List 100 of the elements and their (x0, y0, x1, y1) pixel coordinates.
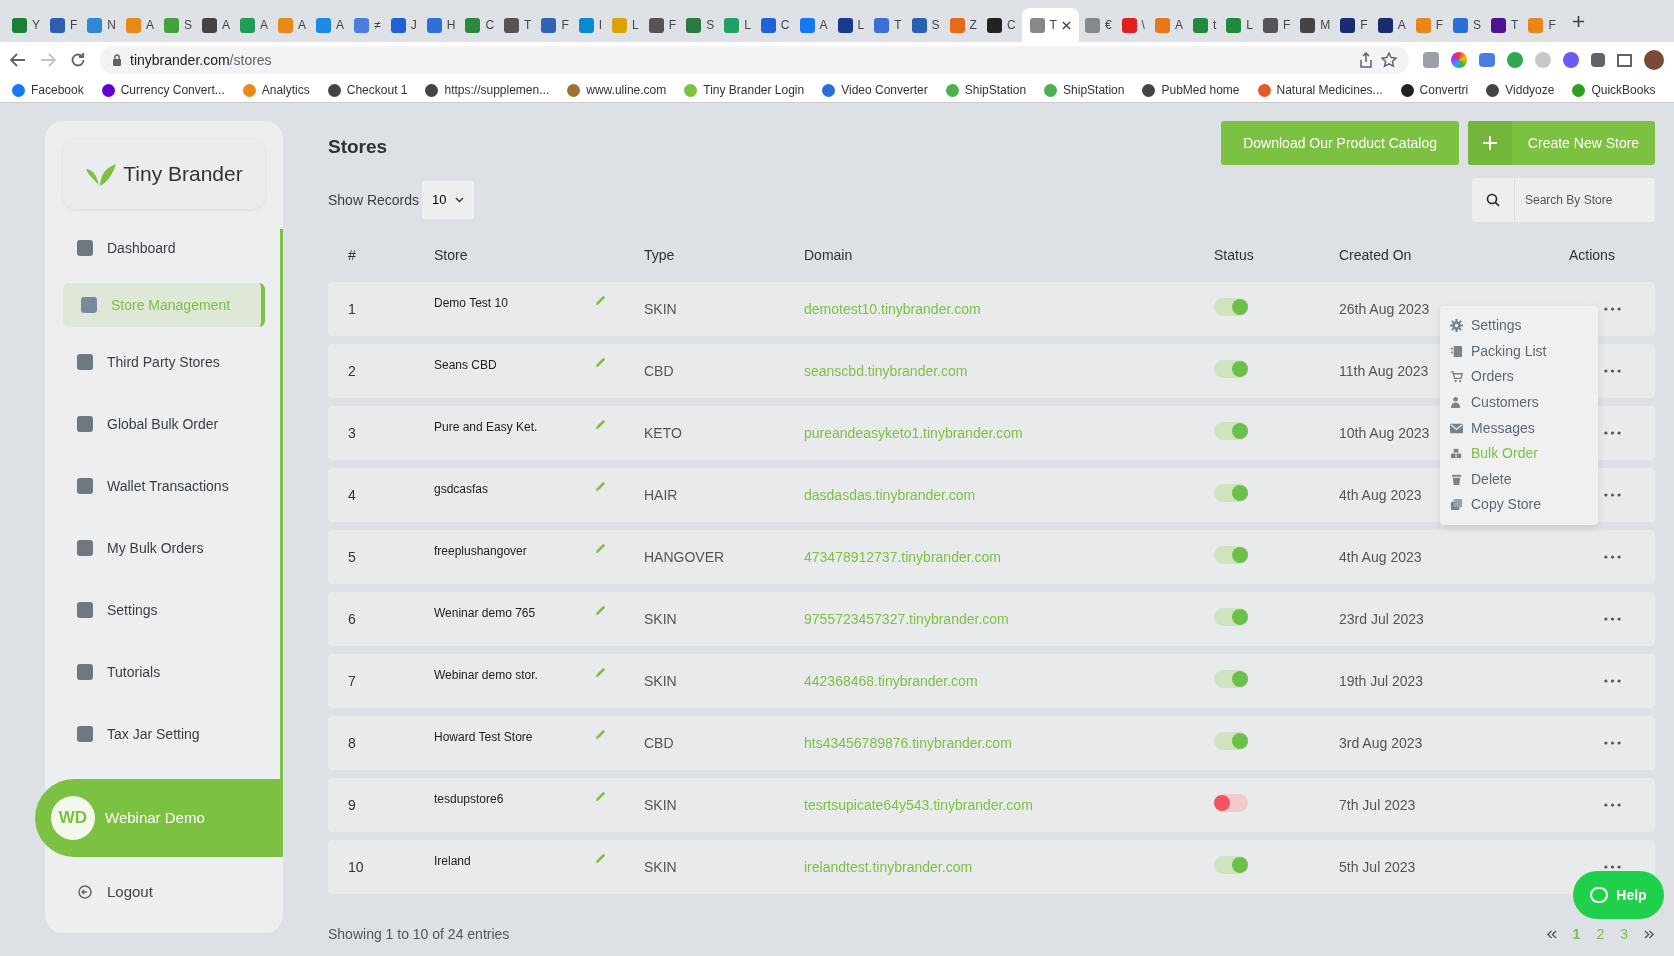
browser-tab[interactable]: Z (945, 8, 981, 42)
pencil-icon[interactable] (594, 666, 607, 679)
records-select[interactable]: 10 (422, 181, 475, 219)
browser-tab[interactable]: A (236, 8, 273, 42)
browser-tab[interactable]: C (461, 8, 499, 42)
browser-tab[interactable]: Y (8, 8, 44, 42)
pencil-icon[interactable] (594, 852, 607, 865)
star-icon[interactable] (1381, 52, 1397, 68)
more-icon[interactable] (1603, 369, 1621, 373)
browser-tab[interactable]: S (160, 8, 197, 42)
browser-tab[interactable]: F (1259, 8, 1295, 42)
close-icon[interactable] (1061, 20, 1071, 30)
status-toggle[interactable] (1214, 793, 1248, 812)
menu-item[interactable]: Messages (1450, 417, 1588, 439)
browser-tab[interactable]: S (907, 8, 944, 42)
share-icon[interactable] (1359, 52, 1373, 68)
bookmark[interactable]: QuickBooks (1572, 81, 1656, 99)
sidebar-item[interactable]: Wallet Transactions (45, 459, 265, 513)
browser-tab[interactable]: T (1487, 8, 1523, 42)
extension-icon[interactable] (1479, 53, 1495, 67)
menu-item[interactable]: Delete (1450, 468, 1588, 491)
status-toggle[interactable] (1214, 607, 1248, 626)
reload-icon[interactable] (70, 52, 86, 68)
menu-item[interactable]: Settings (1450, 315, 1588, 337)
more-icon[interactable] (1603, 493, 1621, 497)
pencil-icon[interactable] (594, 604, 607, 617)
status-toggle[interactable] (1214, 297, 1248, 316)
search-field[interactable]: Search By Store (1525, 191, 1645, 209)
status-toggle[interactable] (1214, 483, 1248, 502)
more-icon[interactable] (1603, 741, 1621, 745)
browser-tab[interactable]: F (46, 8, 82, 42)
browser-tab[interactable]: S (682, 8, 719, 42)
bookmark[interactable]: https://supplemen... (425, 81, 550, 99)
pencil-icon[interactable] (594, 542, 607, 555)
extension-icon[interactable] (1451, 52, 1467, 68)
bookmark[interactable]: Convertri (1400, 81, 1469, 99)
status-toggle[interactable] (1214, 855, 1248, 874)
browser-tab[interactable]: F (1524, 8, 1560, 42)
bookmark[interactable]: Facebook (12, 81, 84, 99)
bookmark[interactable]: PubMed home (1142, 81, 1240, 99)
more-icon[interactable] (1603, 431, 1621, 435)
last-page-icon[interactable] (1644, 930, 1655, 939)
pencil-icon[interactable] (594, 790, 607, 803)
bookmark[interactable]: Analytics (242, 81, 310, 99)
browser-tab[interactable]: A (795, 8, 832, 42)
browser-tab[interactable]: t (1188, 8, 1221, 42)
first-page-icon[interactable] (1545, 930, 1557, 939)
browser-tab[interactable]: T (500, 8, 536, 42)
status-toggle[interactable] (1214, 359, 1248, 378)
browser-tab[interactable]: A (312, 8, 349, 42)
browser-tab[interactable]: N (83, 8, 121, 42)
browser-tab[interactable]: L (1222, 8, 1257, 42)
pencil-icon[interactable] (594, 728, 607, 741)
pencil-icon[interactable] (594, 418, 607, 431)
logout-icon[interactable] (77, 884, 93, 901)
bookmark[interactable]: Currency Convert... (101, 81, 225, 99)
pencil-icon[interactable] (594, 480, 607, 493)
browser-tab[interactable]: H (422, 8, 460, 42)
sidebar-item[interactable]: Dashboard (45, 221, 265, 275)
bookmark[interactable]: ShipStation (1044, 81, 1125, 99)
bookmark[interactable]: www.uline.com (567, 81, 667, 99)
back-icon[interactable] (10, 53, 26, 67)
more-icon[interactable] (1603, 307, 1621, 311)
pencil-icon[interactable] (594, 294, 607, 307)
forward-icon[interactable] (40, 53, 56, 67)
browser-tab[interactable]: ≠ (350, 8, 385, 42)
browser-tab[interactable]: \ (1117, 8, 1149, 42)
browser-tab[interactable]: A (122, 8, 159, 42)
status-toggle[interactable] (1214, 421, 1248, 440)
browser-tab[interactable]: L (833, 8, 869, 42)
extension-icon[interactable] (1563, 52, 1579, 68)
sidebar-item[interactable]: Tutorials (45, 645, 265, 699)
browser-tab[interactable]: T (870, 8, 906, 42)
browser-tab[interactable]: F (537, 8, 573, 42)
more-icon[interactable] (1603, 803, 1621, 807)
menu-item[interactable]: Copy Store (1450, 494, 1588, 516)
bookmark[interactable]: ShipStation (945, 81, 1027, 99)
browser-tab[interactable]: C (756, 8, 794, 42)
menu-item[interactable]: Orders (1450, 366, 1588, 388)
menu-item[interactable]: Customers (1450, 391, 1588, 414)
extension-icon[interactable] (1423, 52, 1439, 68)
sidebar-item[interactable]: My Bulk Orders (45, 521, 265, 575)
sidebar-item[interactable]: Tax Jar Setting (45, 707, 265, 761)
address-bar[interactable]: tinybrander.com/stores (100, 46, 1409, 74)
browser-tab[interactable]: € (1080, 8, 1116, 42)
browser-tab[interactable]: F (1411, 8, 1448, 42)
bookmark[interactable]: Natural Medicines... (1257, 81, 1383, 99)
more-icon[interactable] (1603, 617, 1621, 621)
browser-tab[interactable]: S (1449, 8, 1486, 42)
browser-tab[interactable]: L (720, 8, 755, 42)
sidebar-item[interactable]: Global Bulk Order (45, 397, 265, 451)
browser-tab[interactable]: C (982, 8, 1020, 42)
sidebar-item[interactable]: Settings (45, 583, 265, 637)
status-toggle[interactable] (1214, 731, 1248, 750)
bookmark[interactable]: Video Converter (822, 81, 928, 99)
browser-tab[interactable]: J (386, 8, 421, 42)
search-bar[interactable]: Search By Store (1472, 178, 1655, 222)
new-tab-icon[interactable] (1571, 14, 1585, 28)
sidebar-item[interactable]: Third Party Stores (45, 335, 265, 389)
browser-tab[interactable]: M (1296, 8, 1335, 42)
